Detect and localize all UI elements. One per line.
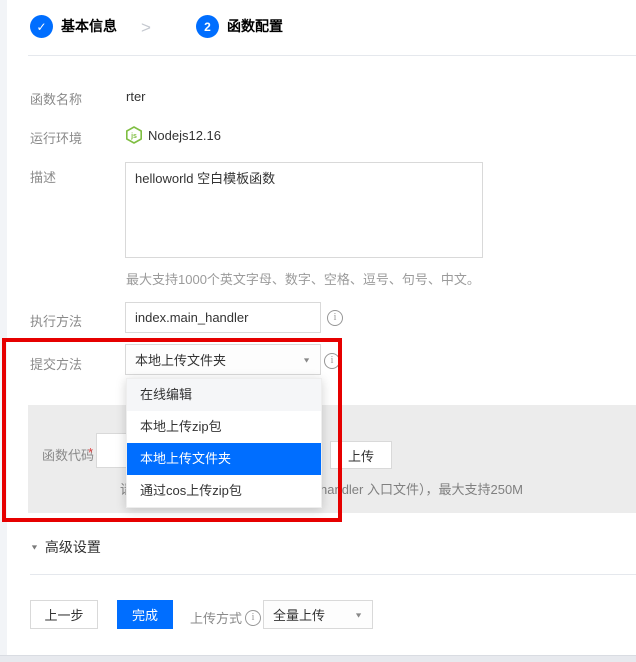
function-code-label: 函数代码 bbox=[42, 445, 94, 464]
submit-method-dropdown: 在线编辑 本地上传zip包 本地上传文件夹 通过cos上传zip包 bbox=[126, 378, 322, 508]
upload-hint-right-fragment: handler 入口文件），最大支持250M bbox=[320, 479, 523, 498]
description-hint: 最大支持1000个英文字母、数字、空格、逗号、句号、中文。 bbox=[126, 269, 480, 288]
upload-mode-info-icon[interactable]: i bbox=[245, 610, 261, 626]
function-config-page: ✓ 基本信息 > 2 函数配置 函数名称 rter 运行环境 js Nodejs… bbox=[0, 0, 636, 662]
runtime-value: Nodejs12.16 bbox=[148, 128, 221, 143]
finish-button[interactable]: 完成 bbox=[117, 600, 173, 629]
step2-label: 函数配置 bbox=[227, 15, 283, 38]
dropdown-option-cos-zip[interactable]: 通过cos上传zip包 bbox=[127, 475, 321, 507]
upload-button[interactable]: 上传 bbox=[330, 441, 392, 469]
description-textarea[interactable]: helloworld 空白模板函数 bbox=[125, 162, 483, 258]
upload-mode-value: 全量上传 bbox=[273, 605, 325, 624]
handler-info-icon[interactable]: i bbox=[327, 310, 343, 326]
step1-label: 基本信息 bbox=[61, 15, 117, 38]
dropdown-option-local-zip[interactable]: 本地上传zip包 bbox=[127, 411, 321, 443]
upload-mode-select[interactable]: 全量上传 ▼ bbox=[263, 600, 373, 629]
handler-label: 执行方法 bbox=[30, 311, 82, 330]
footer-divider bbox=[30, 574, 636, 575]
step-function-config: 2 函数配置 bbox=[196, 15, 283, 38]
previous-step-button[interactable]: 上一步 bbox=[30, 600, 98, 629]
function-name-value: rter bbox=[126, 89, 146, 104]
function-name-label: 函数名称 bbox=[30, 89, 82, 108]
step-basic-info[interactable]: ✓ 基本信息 bbox=[30, 15, 117, 38]
step2-number-badge: 2 bbox=[196, 15, 219, 38]
header-divider bbox=[28, 55, 636, 56]
upload-mode-label: 上传方式 bbox=[190, 608, 242, 627]
required-asterisk: * bbox=[88, 445, 93, 460]
page-bottom-band bbox=[0, 655, 636, 662]
step1-check-icon: ✓ bbox=[30, 15, 53, 38]
dropdown-option-online-edit[interactable]: 在线编辑 bbox=[127, 379, 321, 411]
step-separator-chevron-icon: > bbox=[141, 16, 151, 39]
advanced-caret-down-icon: ▼ bbox=[30, 543, 39, 551]
upload-mode-caret-down-icon: ▼ bbox=[354, 611, 363, 619]
submit-method-select[interactable]: 本地上传文件夹 ▼ bbox=[125, 344, 321, 375]
upload-mode-label-wrap: 上传方式 i bbox=[190, 608, 261, 627]
advanced-settings-toggle[interactable]: ▼ 高级设置 bbox=[30, 537, 101, 557]
page-left-margin bbox=[0, 0, 7, 662]
svg-text:js: js bbox=[130, 133, 137, 140]
nodejs-icon: js bbox=[125, 126, 143, 144]
submit-method-info-icon[interactable]: i bbox=[324, 353, 340, 369]
description-label: 描述 bbox=[30, 167, 56, 186]
handler-input[interactable] bbox=[125, 302, 321, 333]
submit-method-value: 本地上传文件夹 bbox=[135, 350, 226, 369]
submit-method-label: 提交方法 bbox=[30, 354, 82, 373]
dropdown-option-local-folder[interactable]: 本地上传文件夹 bbox=[127, 443, 321, 475]
runtime-label: 运行环境 bbox=[30, 128, 82, 147]
advanced-settings-label: 高级设置 bbox=[45, 537, 101, 557]
select-caret-down-icon: ▼ bbox=[302, 356, 311, 364]
